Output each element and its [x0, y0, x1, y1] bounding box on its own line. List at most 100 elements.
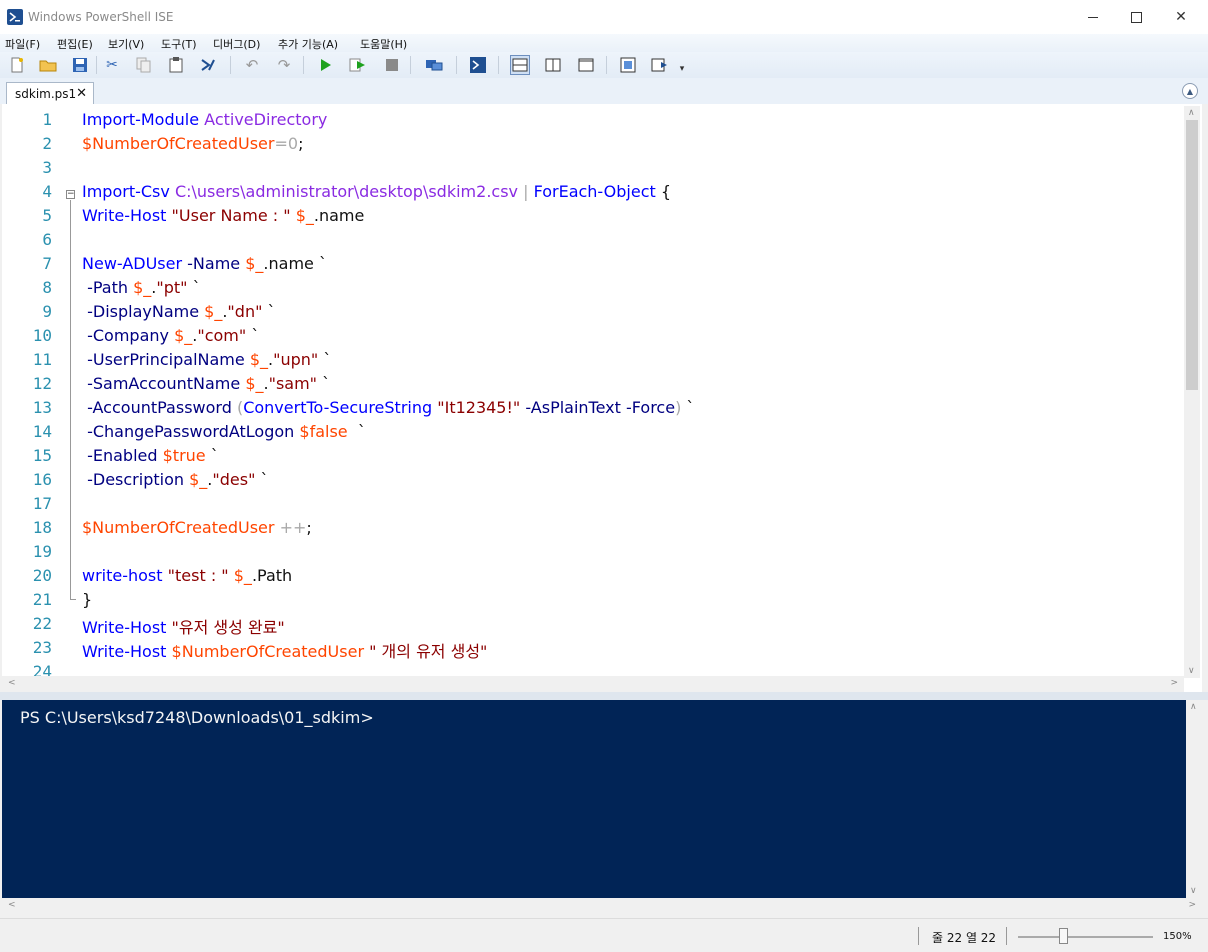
collapse-script-pane-button[interactable]: ▲ [1182, 83, 1198, 99]
scroll-right-icon[interactable]: > [1188, 900, 1196, 910]
status-separator [1006, 927, 1007, 945]
line-number: 16 [32, 470, 52, 489]
open-button[interactable] [38, 55, 58, 75]
code-token: "com" [197, 326, 247, 345]
menu-edit[interactable]: 편집(E) [57, 36, 93, 52]
new-file-button[interactable] [7, 55, 27, 75]
run-script-button[interactable] [316, 55, 336, 75]
save-icon [73, 58, 87, 72]
menu-tools[interactable]: 도구(T) [161, 36, 197, 52]
editor-horizontal-scrollbar[interactable]: < > [2, 676, 1184, 692]
editor-vertical-scrollbar[interactable]: ∧ ∨ [1184, 106, 1200, 678]
code-token: ` [347, 422, 366, 441]
powershell-icon [470, 57, 486, 73]
scroll-down-icon[interactable]: ∨ [1188, 666, 1195, 676]
console-pane[interactable]: PS C:\Users\ksd7248\Downloads\01_sdkim> … [2, 700, 1202, 898]
cut-button[interactable]: ✂ [102, 55, 122, 75]
layout-right-icon [545, 58, 561, 72]
redo-button[interactable]: ↷ [274, 55, 294, 75]
code-token: "test : " [167, 566, 229, 585]
code-token: $_ [295, 206, 314, 225]
stop-button[interactable] [382, 55, 402, 75]
line-number: 19 [32, 542, 52, 561]
code-token: = [274, 134, 288, 153]
show-script-pane-button[interactable] [618, 55, 638, 75]
zoom-level: 150% [1163, 931, 1192, 942]
toolbar-separator [230, 56, 231, 74]
scroll-up-icon[interactable]: ∧ [1190, 702, 1197, 712]
paste-button[interactable] [166, 55, 186, 75]
code-token: ++ [279, 518, 307, 537]
console-horizontal-scrollbar[interactable]: < > [2, 898, 1202, 914]
layout-top-icon [512, 58, 528, 72]
undo-button[interactable]: ↶ [242, 55, 262, 75]
run-selection-shell-button[interactable] [198, 55, 218, 75]
scroll-down-icon[interactable]: ∨ [1190, 886, 1197, 896]
menu-addons[interactable]: 추가 기능(A) [278, 36, 338, 52]
code-line: -Company $_."com" ` [82, 326, 259, 345]
layout-max-icon [578, 58, 594, 72]
layout-right-button[interactable] [543, 55, 563, 75]
tab-sdkim-ps1[interactable]: sdkim.ps1 ✕ [6, 82, 94, 104]
toolbar-separator [96, 56, 97, 74]
code-line: -ChangePasswordAtLogon $false ` [82, 422, 366, 441]
close-button[interactable]: ✕ [1158, 0, 1204, 34]
code-line: -Enabled $true ` [82, 446, 219, 465]
code-line: $NumberOfCreatedUser ++; [82, 518, 312, 537]
start-powershell-button[interactable] [468, 55, 488, 75]
save-button[interactable] [70, 55, 90, 75]
menu-view[interactable]: 보기(V) [108, 36, 144, 52]
scroll-left-icon[interactable]: < [8, 900, 16, 910]
code-line: -SamAccountName $_."sam" ` [82, 374, 330, 393]
undo-icon: ↶ [245, 56, 259, 74]
code-line: Write-Host "User Name : " $_.name [82, 206, 364, 225]
copy-button[interactable] [134, 55, 154, 75]
window-title: Windows PowerShell ISE [28, 10, 174, 24]
layout-top-button[interactable] [510, 55, 530, 75]
toolbar-separator [606, 56, 607, 74]
zoom-slider-track[interactable] [1018, 936, 1153, 938]
code-token: write-host [82, 566, 163, 585]
command-pane-icon [651, 58, 667, 72]
close-tab-icon[interactable]: ✕ [76, 86, 87, 101]
editor-scroll-thumb[interactable] [1186, 120, 1198, 390]
code-token: .name ` [263, 254, 327, 273]
console-vertical-scrollbar[interactable]: ∧ ∨ [1186, 700, 1202, 898]
maximize-icon [1130, 11, 1142, 23]
toolbar-separator [410, 56, 411, 74]
layout-max-button[interactable] [576, 55, 596, 75]
minimize-button[interactable] [1070, 0, 1116, 34]
code-token: ActiveDirectory [204, 110, 328, 129]
scroll-left-icon[interactable]: < [8, 678, 16, 688]
chevron-up-icon: ▲ [1186, 86, 1194, 96]
script-editor[interactable]: 1 2 3 4 5 6 7 8 9 10 11 12 13 14 15 16 17 18 19 20 21 22 23 24 … [2, 104, 1202, 692]
scroll-up-icon[interactable]: ∧ [1188, 108, 1195, 118]
new-file-icon [11, 57, 23, 73]
redo-icon: ↷ [277, 56, 291, 74]
code-token: { [655, 182, 672, 201]
code-token: "pt" [156, 278, 188, 297]
fold-end [70, 599, 76, 600]
remote-tab-button[interactable] [424, 55, 444, 75]
maximize-button[interactable] [1113, 0, 1159, 34]
stop-icon [386, 59, 398, 71]
title-bar: Windows PowerShell ISE ✕ [0, 0, 1208, 34]
menu-help[interactable]: 도움말(H) [360, 36, 407, 52]
code-token: "sam" [268, 374, 318, 393]
toolbar-overflow-button[interactable]: ▾ [676, 55, 688, 75]
code-token: ` [187, 278, 201, 297]
zoom-slider-thumb[interactable] [1058, 928, 1068, 944]
line-number: 4 [42, 182, 52, 201]
code-token: ; [306, 518, 312, 537]
fold-toggle-icon[interactable]: − [66, 190, 75, 199]
minimize-icon [1088, 16, 1098, 18]
run-selection-button[interactable] [348, 55, 368, 75]
show-command-pane-button[interactable] [650, 55, 670, 75]
scroll-right-icon[interactable]: > [1170, 678, 1178, 688]
menu-debug[interactable]: 디버그(D) [213, 36, 260, 52]
code-token: -AsPlainText [525, 398, 621, 417]
menu-file[interactable]: 파일(F) [5, 36, 40, 52]
code-token: $NumberOfCreatedUser [82, 518, 275, 537]
code-token: ` [681, 398, 695, 417]
pane-splitter[interactable] [0, 692, 1208, 700]
